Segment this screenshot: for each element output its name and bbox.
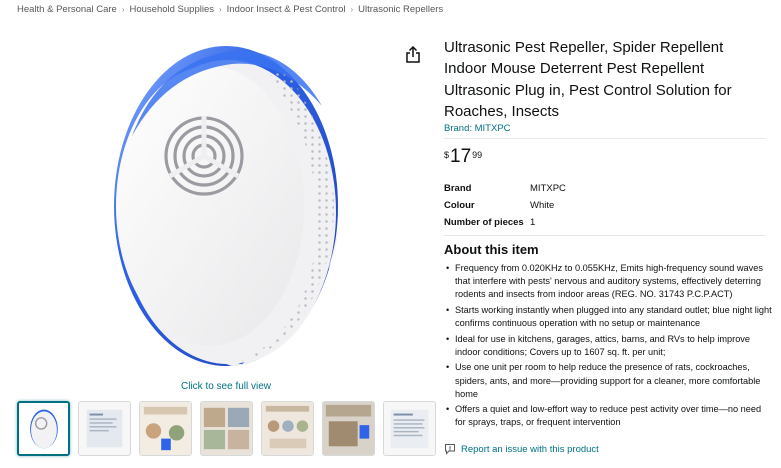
- spec-key: Brand: [444, 183, 472, 194]
- breadcrumb-link-health[interactable]: Health & Personal Care: [17, 4, 117, 15]
- bullet-item: Ideal for use in kitchens, garages, atti…: [444, 333, 772, 359]
- brand-link[interactable]: Brand: MITXPC: [444, 123, 511, 134]
- spec-value: 1: [530, 217, 536, 228]
- bullet-item: Offers a quiet and low-effort way to red…: [444, 403, 772, 429]
- price-symbol: $: [444, 150, 450, 160]
- thumbnail-4[interactable]: [200, 401, 253, 456]
- breadcrumb: Health & Personal Care › Household Supplie…: [17, 4, 443, 15]
- bullet-item: Frequency from 0.020KHz to 0.055KHz, Emi…: [444, 262, 772, 301]
- report-issue-label: Report an issue with this product: [461, 443, 599, 455]
- spec-key: Number of pieces: [444, 217, 524, 228]
- thumbnail-6[interactable]: [322, 401, 375, 456]
- price-fraction: 99: [472, 150, 483, 160]
- report-issue-link[interactable]: Report an issue with this product: [444, 443, 599, 455]
- spec-row: Brand MITXPC: [444, 180, 566, 197]
- about-heading: About this item: [444, 242, 539, 257]
- thumbnail-2[interactable]: [78, 401, 131, 456]
- breadcrumb-link-ultrasonic[interactable]: Ultrasonic Repellers: [358, 4, 443, 15]
- thumbnail-3[interactable]: [139, 401, 192, 456]
- thumbnail-7[interactable]: [383, 401, 436, 456]
- main-product-image[interactable]: [92, 36, 352, 371]
- breadcrumb-separator: ›: [350, 5, 354, 14]
- thumbnail-1[interactable]: [17, 401, 70, 456]
- thumbnail-strip: [17, 401, 436, 456]
- spec-value: MITXPC: [530, 183, 566, 194]
- spec-row: Colour White: [444, 197, 566, 214]
- divider: [444, 138, 766, 139]
- share-icon: [406, 45, 420, 63]
- about-bullets: Frequency from 0.020KHz to 0.055KHz, Emi…: [444, 262, 772, 432]
- breadcrumb-link-household[interactable]: Household Supplies: [129, 4, 214, 15]
- spec-key: Colour: [444, 200, 475, 211]
- divider: [444, 235, 766, 236]
- price-whole: 17: [450, 146, 472, 167]
- spec-value: White: [530, 200, 555, 211]
- breadcrumb-link-pest-control[interactable]: Indoor Insect & Pest Control: [227, 4, 346, 15]
- see-full-view-link[interactable]: Click to see full view: [181, 381, 271, 392]
- bullet-item: Starts working instantly when plugged in…: [444, 304, 772, 330]
- breadcrumb-separator: ›: [121, 5, 125, 14]
- specs-table: Brand MITXPC Colour White Number of piec…: [444, 180, 566, 231]
- thumbnail-5[interactable]: [261, 401, 314, 456]
- bullet-item: Use one unit per room to help reduce the…: [444, 361, 772, 400]
- product-photo: [114, 46, 338, 366]
- breadcrumb-separator: ›: [219, 5, 222, 14]
- price: $ 17 99: [444, 147, 482, 167]
- share-button[interactable]: [405, 45, 421, 64]
- report-icon: [445, 444, 455, 455]
- product-title: Ultrasonic Pest Repeller, Spider Repelle…: [444, 39, 732, 120]
- spec-row: Number of pieces 1: [444, 214, 566, 231]
